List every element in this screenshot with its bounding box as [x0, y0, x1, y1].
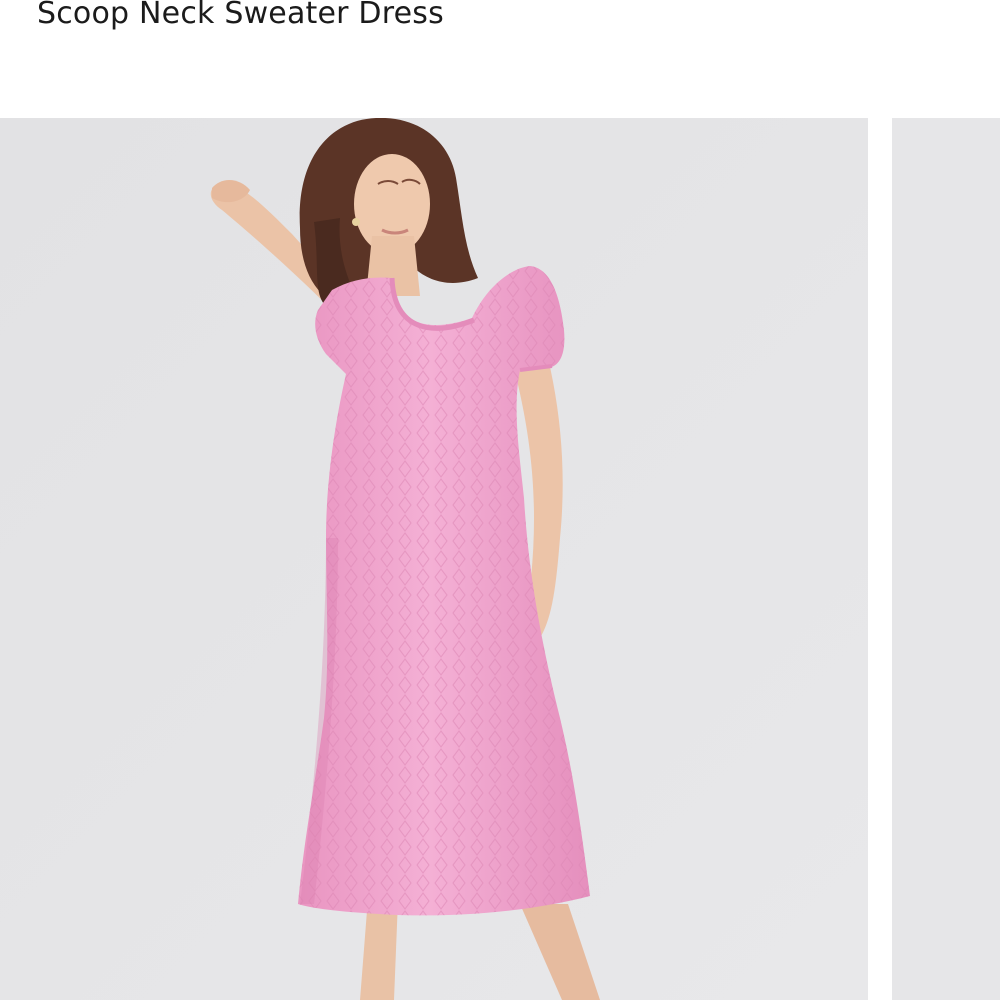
product-page: Scoop Neck Sweater Dress [0, 0, 1000, 1000]
product-image-next[interactable] [892, 118, 1000, 1000]
product-image-main[interactable] [0, 118, 868, 1000]
product-title: Scoop Neck Sweater Dress [37, 0, 444, 31]
model-photo-illustration [0, 118, 868, 1000]
product-image-gallery [0, 118, 1000, 1000]
